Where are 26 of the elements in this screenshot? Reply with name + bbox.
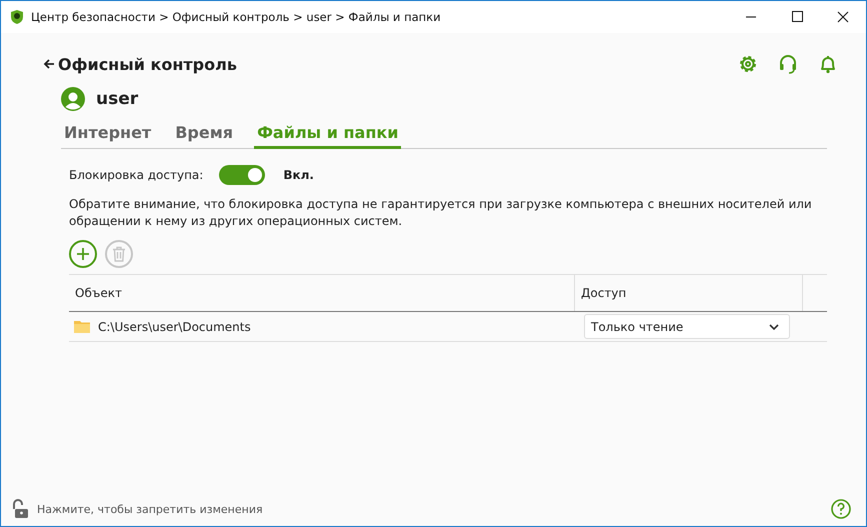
- settings-icon[interactable]: [737, 53, 759, 75]
- table-cell: C:\Users\user\Documents: [98, 320, 251, 334]
- window-title: Центр безопасности > Офисный контроль > user > Файлы и папки: [31, 10, 441, 24]
- padlock-icon: [13, 499, 29, 519]
- user-name: user: [96, 89, 138, 109]
- back-arrow-icon: [43, 58, 55, 70]
- plus-icon: [76, 247, 90, 261]
- column-header: Доступ: [574, 275, 802, 311]
- back-link[interactable]: Офисный контроль: [43, 54, 237, 74]
- access-dropdown[interactable]: Только чтение: [584, 314, 790, 339]
- help-icon[interactable]: [831, 499, 851, 519]
- toggle-switch[interactable]: [219, 165, 266, 185]
- user-avatar-icon: [61, 87, 85, 111]
- column-header: Объект: [74, 285, 123, 302]
- lock-changes-link[interactable]: Нажмите, чтобы запретить изменения: [13, 499, 263, 519]
- add-button[interactable]: [69, 240, 97, 268]
- access-lock-label: Блокировка доступа:: [69, 168, 204, 182]
- note-text: Обратите внимание, что блокировка доступа не гарантируется при загрузке компьютера с внешних носителей или обращении к нему из других операционных систем.: [69, 196, 813, 230]
- folder-icon: [74, 320, 90, 333]
- tab[interactable]: Время: [172, 121, 236, 149]
- toggle-state-label: Вкл.: [283, 168, 314, 182]
- shield-logo-icon: [9, 9, 25, 25]
- headset-icon[interactable]: [777, 53, 799, 75]
- trash-icon: [112, 246, 126, 262]
- tab[interactable]: Интернет: [61, 121, 154, 149]
- chevron-down-icon: [769, 324, 779, 330]
